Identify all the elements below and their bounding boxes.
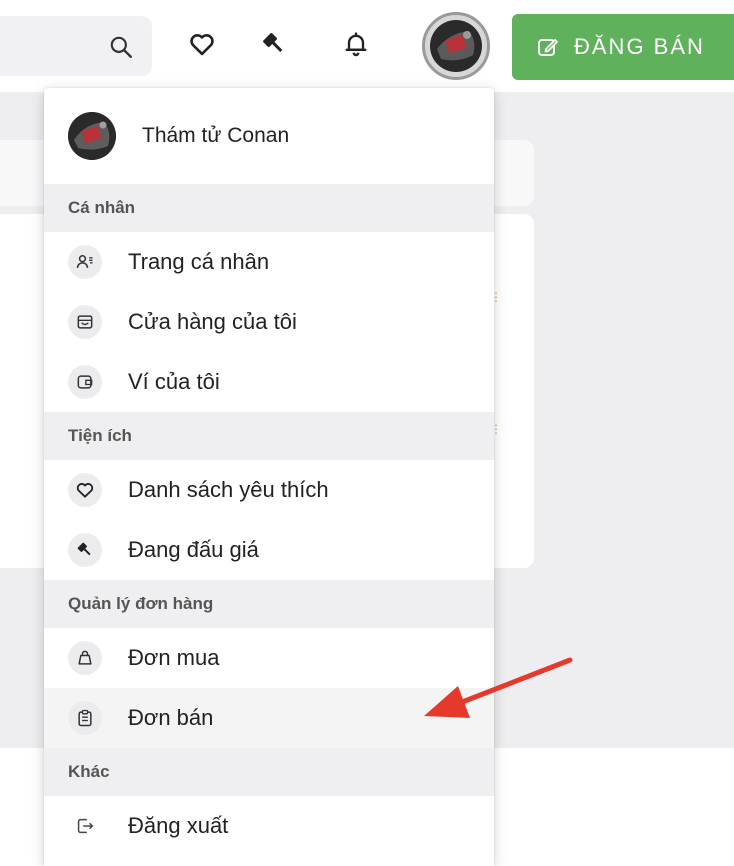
store-icon [68, 305, 102, 339]
avatar [430, 20, 482, 72]
gavel-icon [68, 533, 102, 567]
edit-icon [538, 39, 558, 56]
user-profile-icon [68, 245, 102, 279]
dropdown-user-header[interactable]: Thám tử Conan [44, 88, 494, 184]
search-input[interactable] [0, 16, 152, 76]
post-listing-button[interactable]: ĐĂNG BÁN [512, 14, 734, 80]
menu-item-label: Danh sách yêu thích [128, 477, 329, 502]
section-header-utilities: Tiện ích [44, 412, 494, 460]
user-avatar-button[interactable] [422, 12, 490, 80]
menu-item-my-store[interactable]: Cửa hàng của tôi [44, 292, 494, 352]
menu-item-wallet[interactable]: Ví của tôi [44, 352, 494, 412]
section-header-order-management: Quản lý đơn hàng [44, 580, 494, 628]
section-header-other: Khác [44, 748, 494, 796]
search-icon[interactable] [108, 34, 134, 60]
section-header-personal: Cá nhân [44, 184, 494, 232]
menu-item-sales-orders[interactable]: Đơn bán [44, 688, 494, 748]
top-navigation-bar: ĐĂNG BÁN [0, 0, 734, 92]
heart-icon[interactable] [186, 28, 218, 60]
menu-item-auctions[interactable]: Đang đấu giá [44, 520, 494, 580]
avatar [68, 112, 116, 160]
heart-icon [68, 473, 102, 507]
shopping-bag-icon [68, 641, 102, 675]
menu-item-profile[interactable]: Trang cá nhân [44, 232, 494, 292]
gavel-icon[interactable] [258, 28, 290, 60]
menu-item-logout[interactable]: Đăng xuất [44, 796, 494, 856]
menu-item-label: Đơn bán [128, 705, 214, 730]
clipboard-icon [68, 701, 102, 735]
wallet-icon [68, 365, 102, 399]
menu-item-label: Cửa hàng của tôi [128, 309, 297, 334]
user-dropdown-menu: Thám tử Conan Cá nhân Trang cá nhân Cửa … [44, 88, 494, 866]
post-button-label: ĐĂNG BÁN [574, 34, 705, 59]
menu-item-label: Ví của tôi [128, 369, 220, 394]
menu-item-label: Trang cá nhân [128, 249, 270, 274]
bell-icon[interactable] [340, 28, 372, 60]
menu-item-label: Đang đấu giá [128, 537, 259, 562]
menu-item-label: Đơn mua [128, 645, 220, 670]
logout-icon [68, 809, 102, 843]
menu-item-wishlist[interactable]: Danh sách yêu thích [44, 460, 494, 520]
user-name: Thám tử Conan [142, 124, 290, 147]
menu-item-purchase-orders[interactable]: Đơn mua [44, 628, 494, 688]
menu-item-label: Đăng xuất [128, 813, 229, 838]
